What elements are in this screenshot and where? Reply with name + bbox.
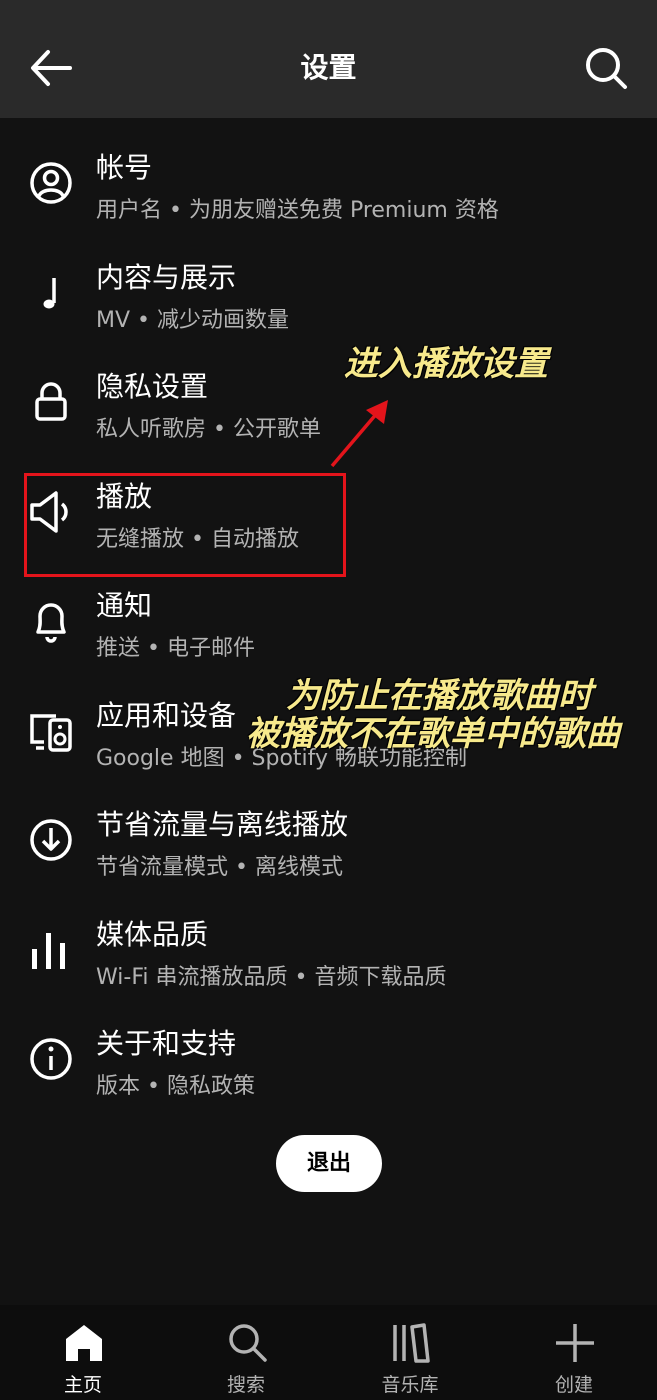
library-icon bbox=[393, 1323, 430, 1363]
page-title: 设置 bbox=[300, 51, 357, 84]
bottom-nav: 主页 搜索 音乐库 创建 bbox=[0, 1305, 657, 1400]
nav-label: 搜索 bbox=[226, 1374, 265, 1396]
setting-title: 隐私设置 bbox=[96, 370, 209, 403]
nav-label: 创建 bbox=[554, 1374, 593, 1396]
highlight-box bbox=[24, 473, 346, 577]
bars-icon bbox=[32, 932, 65, 969]
info-icon bbox=[30, 1038, 72, 1080]
setting-subtitle: 版本 • 隐私政策 bbox=[96, 1074, 255, 1099]
annotation-arrow-icon bbox=[330, 400, 388, 468]
search-icon[interactable] bbox=[582, 44, 630, 92]
search-icon bbox=[229, 1324, 267, 1362]
setting-item-notifications[interactable]: 通知 推送 • 电子邮件 bbox=[0, 578, 657, 688]
plus-icon bbox=[556, 1324, 594, 1362]
setting-subtitle: 用户名 • 为朋友赠送免费 Premium 资格 bbox=[96, 198, 499, 223]
bell-icon bbox=[36, 603, 66, 643]
setting-title: 通知 bbox=[96, 589, 153, 622]
nav-item-search[interactable]: 搜索 bbox=[191, 1315, 301, 1400]
settings-list: 帐号 用户名 • 为朋友赠送免费 Premium 资格 内容与展示 MV • 减… bbox=[0, 140, 657, 1126]
devices-icon bbox=[30, 713, 72, 752]
nav-label: 主页 bbox=[63, 1374, 102, 1396]
nav-item-create[interactable]: 创建 bbox=[519, 1315, 629, 1400]
setting-subtitle: 私人听歌房 • 公开歌单 bbox=[96, 417, 321, 442]
setting-title: 关于和支持 bbox=[96, 1027, 237, 1060]
setting-item-content-display[interactable]: 内容与展示 MV • 减少动画数量 bbox=[0, 250, 657, 360]
annotation-enter-playback: 进入播放设置 bbox=[344, 344, 548, 384]
lock-icon bbox=[35, 382, 67, 421]
setting-subtitle: Wi-Fi 串流播放品质 • 音频下载品质 bbox=[96, 964, 447, 990]
logout-button[interactable]: 退出 bbox=[276, 1135, 382, 1192]
setting-subtitle: 节省流量模式 • 离线模式 bbox=[96, 855, 343, 880]
setting-title: 内容与展示 bbox=[96, 260, 237, 294]
setting-title: 媒体品质 bbox=[96, 917, 209, 951]
download-icon bbox=[30, 819, 72, 861]
setting-title: 节省流量与离线播放 bbox=[96, 808, 349, 841]
top-bar: 设置 bbox=[0, 0, 657, 118]
nav-item-home[interactable]: 主页 bbox=[28, 1315, 138, 1400]
setting-item-data-saver[interactable]: 节省流量与离线播放 节省流量模式 • 离线模式 bbox=[0, 797, 657, 907]
setting-title: 应用和设备 bbox=[96, 698, 237, 732]
user-circle-icon bbox=[30, 162, 72, 204]
annotation-note-line2: 被播放不在歌单中的歌曲 bbox=[246, 714, 620, 754]
setting-item-about-support[interactable]: 关于和支持 版本 • 隐私政策 bbox=[0, 1016, 657, 1126]
setting-title: 帐号 bbox=[96, 151, 153, 184]
nav-label: 音乐库 bbox=[381, 1374, 439, 1396]
setting-item-media-quality[interactable]: 媒体品质 Wi-Fi 串流播放品质 • 音频下载品质 bbox=[0, 907, 657, 1017]
setting-subtitle: 推送 • 电子邮件 bbox=[96, 636, 255, 661]
setting-item-account[interactable]: 帐号 用户名 • 为朋友赠送免费 Premium 资格 bbox=[0, 140, 657, 250]
music-note-icon bbox=[43, 277, 56, 308]
home-icon bbox=[66, 1325, 102, 1361]
nav-item-library[interactable]: 音乐库 bbox=[355, 1315, 465, 1400]
annotation-note-line1: 为防止在播放歌曲时 bbox=[286, 676, 592, 716]
setting-subtitle: MV • 减少动画数量 bbox=[96, 307, 289, 333]
